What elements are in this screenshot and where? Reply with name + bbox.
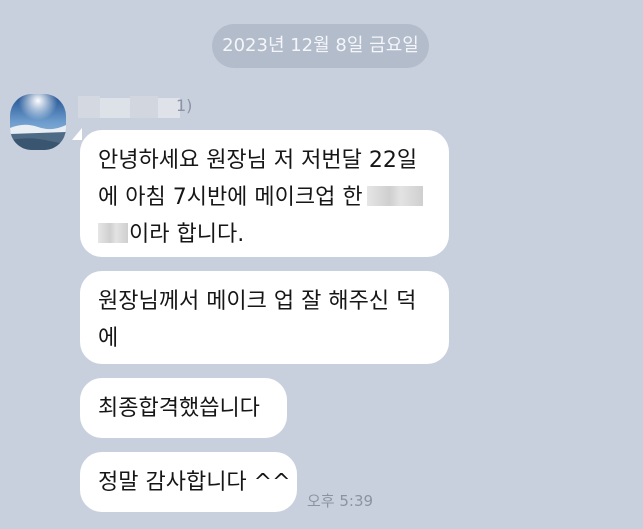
- message-line-with-redaction: 이라 합니다.: [98, 216, 431, 253]
- sender-name-suffix: 1): [176, 96, 193, 115]
- sender-avatar[interactable]: [10, 94, 66, 150]
- message-bubble[interactable]: 원장님께서 메이크 업 잘 해주신 덕 에: [80, 271, 449, 364]
- bubble-tail: [72, 128, 82, 140]
- message-line: 에: [98, 326, 119, 351]
- message-line: 원장님께서 메이크 업 잘 해주신 덕: [98, 289, 417, 314]
- message-line: 안녕하세요 원장님 저 저번달 22일: [98, 148, 418, 173]
- message-line-text: 이라 합니다.: [129, 222, 245, 247]
- chat-room: 2023년 12월 8일 금요일 1) 안녕하세요 원장님 저 저번달 22일 …: [0, 0, 643, 529]
- message-line: 최종합격했씁니다: [98, 396, 260, 421]
- message-bubble[interactable]: 정말 감사합니다 ^^: [80, 452, 297, 512]
- redacted-text: [366, 186, 423, 206]
- message-line-with-redaction: 에 아침 7시반에 메이크업 한: [98, 179, 431, 216]
- profile-photo-sky-icon: [10, 94, 66, 150]
- message-line-text: 에 아침 7시반에 메이크업 한: [98, 185, 363, 210]
- message-bubble[interactable]: 최종합격했씁니다: [80, 378, 287, 438]
- message-line: 정말 감사합니다 ^^: [98, 470, 291, 495]
- message-timestamp: 오후 5:39: [307, 492, 374, 510]
- date-divider: 2023년 12월 8일 금요일: [212, 24, 429, 68]
- message-bubble[interactable]: 안녕하세요 원장님 저 저번달 22일 에 아침 7시반에 메이크업 한 이라 …: [80, 130, 449, 257]
- redacted-text: [98, 223, 128, 243]
